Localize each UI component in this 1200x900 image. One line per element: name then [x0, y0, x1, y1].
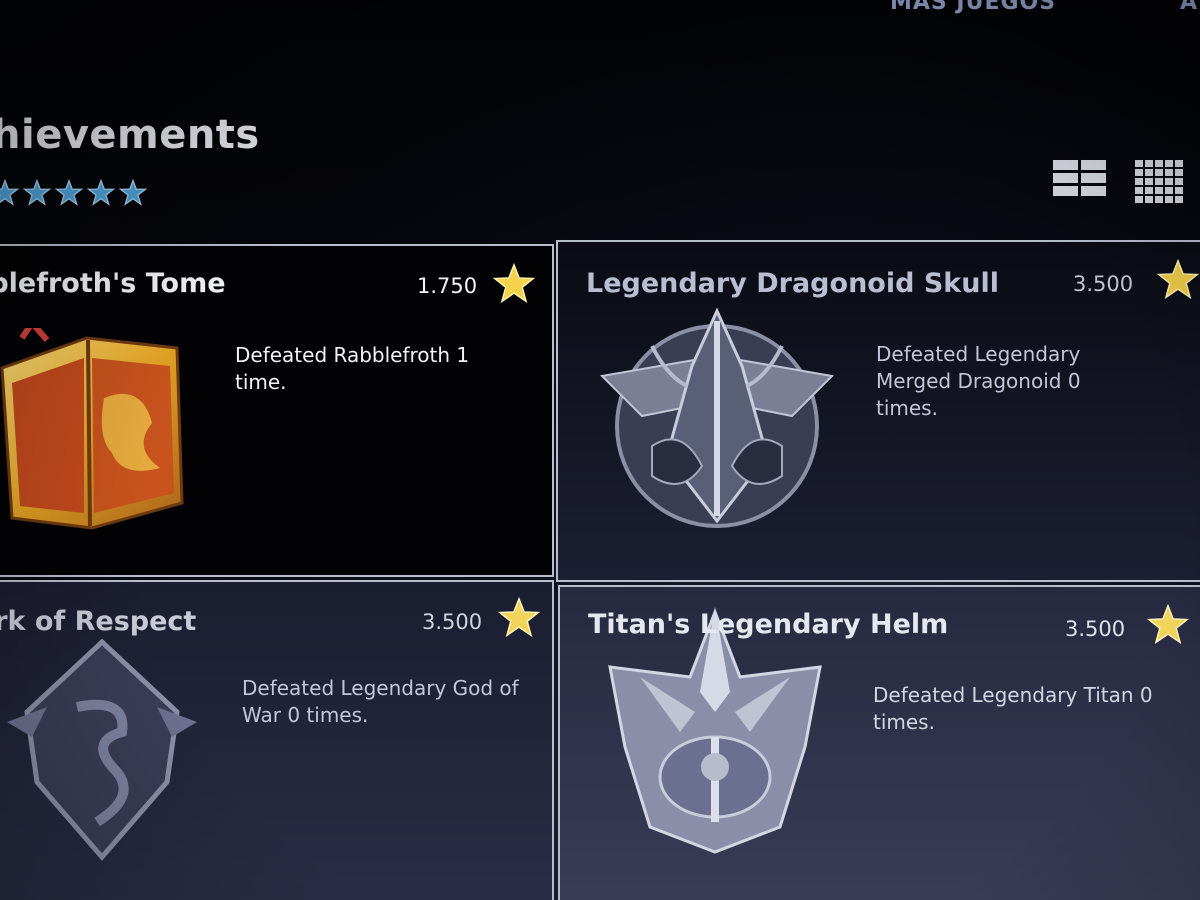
grid-small-icon[interactable]: [1135, 160, 1183, 203]
achievement-card[interactable]: Legendary Dragonoid Skull 3.500 Defeated…: [556, 240, 1200, 582]
achievement-title: Titan's Legendary Helm: [588, 609, 949, 640]
helm-icon: [608, 607, 822, 854]
grid-large-icon[interactable]: [1053, 160, 1106, 196]
rating-stars: [0, 178, 148, 208]
achievement-description: Defeated Legendary Titan 0 times.: [873, 683, 1153, 734]
achievement-card[interactable]: Titan's Legendary Helm 3.500 Defeated Le…: [558, 585, 1200, 900]
achievement-description: Defeated Rabblefroth 1 time.: [235, 343, 470, 394]
achievement-points: 3.500: [1065, 617, 1126, 641]
achievement-card[interactable]: ark of Respect 3.500 Defeated Legendary …: [0, 580, 554, 900]
achievement-description: Defeated Legendary God of War 0 times.: [242, 676, 519, 727]
more-games-link[interactable]: MÁS JUEGOS: [890, 0, 1056, 15]
achievement-title: bblefroth's Tome: [0, 268, 226, 299]
rating-star-icon: [86, 178, 116, 206]
achievement-points: 3.500: [422, 610, 483, 634]
star-icon: [497, 596, 541, 638]
achievement-points: 1.750: [417, 274, 478, 298]
rating-star-icon: [0, 178, 20, 206]
achievement-title: Legendary Dragonoid Skull: [586, 268, 999, 299]
page-title: hievements: [0, 112, 260, 158]
rating-star-icon: [54, 178, 84, 206]
achievement-points: 3.500: [1073, 272, 1134, 296]
nav-link-cut[interactable]: A: [1180, 0, 1197, 15]
rating-star-icon: [118, 178, 148, 206]
star-icon: [1156, 258, 1200, 300]
star-icon: [1146, 603, 1190, 645]
shield-icon: [7, 638, 197, 861]
achievement-card[interactable]: bblefroth's Tome 1.750 Defeated Rabblefr…: [0, 244, 554, 577]
tome-icon: [0, 328, 184, 530]
star-icon: [492, 262, 536, 304]
rating-star-icon: [22, 178, 52, 206]
achievement-title: ark of Respect: [0, 606, 197, 637]
achievement-description: Defeated Legendary Merged Dragonoid 0 ti…: [876, 342, 1081, 420]
dragon-skull-icon: [599, 307, 835, 528]
